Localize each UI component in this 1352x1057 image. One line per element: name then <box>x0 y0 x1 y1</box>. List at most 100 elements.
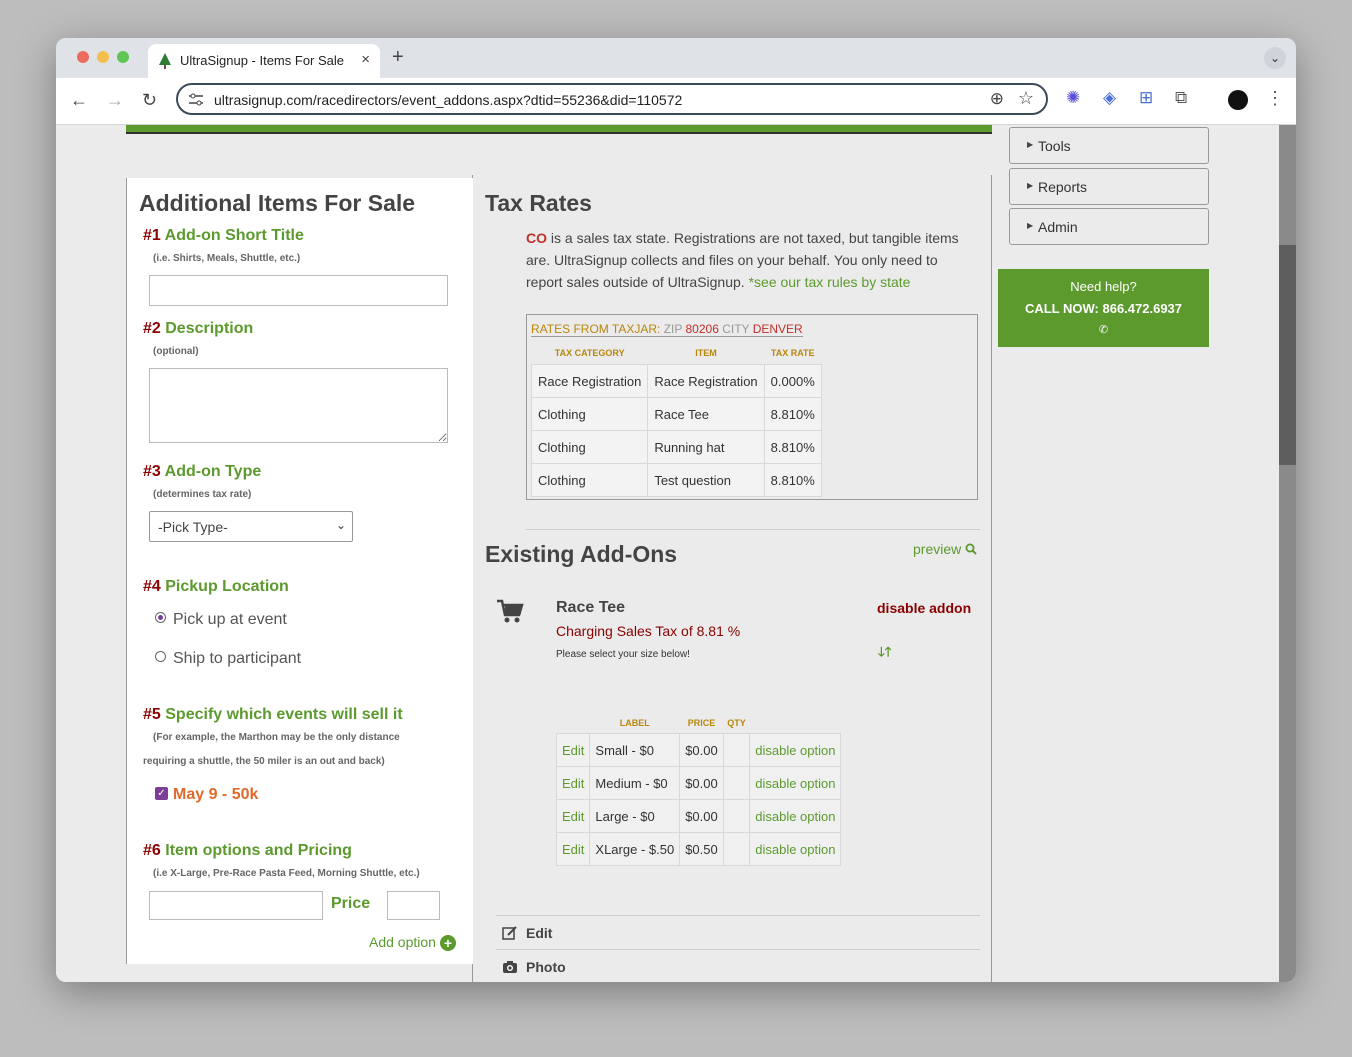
phone-icon: ✆ <box>1098 324 1109 336</box>
step3-hint: (determines tax rate) <box>153 489 252 500</box>
disable-option-link[interactable]: disable option <box>749 733 842 767</box>
step-number: #3 <box>143 463 161 480</box>
sidebar-item-reports[interactable]: ▶ Reports <box>1009 168 1209 205</box>
forward-button[interactable]: → <box>106 90 124 111</box>
zip-value: 80206 <box>685 322 719 336</box>
option-price-input[interactable] <box>387 891 440 920</box>
preview-link[interactable]: preview <box>913 541 977 557</box>
option-price: $0.00 <box>679 799 724 833</box>
sidebar-item-tools[interactable]: ▶ Tools <box>1009 127 1209 164</box>
option-label-input[interactable] <box>149 891 323 920</box>
step5-hint: (For example, the Marthon may be the onl… <box>153 732 400 743</box>
table-cell: 0.000% <box>763 364 822 398</box>
pickup-radio[interactable] <box>155 612 166 623</box>
option-label: Medium - $0 <box>589 766 681 800</box>
ship-radio[interactable] <box>155 651 166 662</box>
event-label[interactable]: May 9 - 50k <box>173 786 258 804</box>
option-label: XLarge - $.50 <box>589 832 681 866</box>
table-cell: 8.810% <box>763 463 822 497</box>
short-title-input[interactable] <box>149 275 448 306</box>
new-tab-button[interactable]: + <box>392 46 404 69</box>
browser-menu-icon[interactable]: ⋮ <box>1266 88 1284 109</box>
edit-label: Edit <box>526 925 553 941</box>
table-header-row: TAX CATEGORY ITEM TAX RATE <box>532 342 822 365</box>
tax-rules-link[interactable]: *see our tax rules by state <box>749 274 911 290</box>
table-row: Clothing Race Tee 8.810% <box>530 397 822 431</box>
add-option-button[interactable]: Add option + <box>369 934 456 952</box>
disable-addon-link[interactable]: disable addon <box>877 600 971 616</box>
tax-rates-box: RATES FROM TAXJAR: ZIP 80206 CITY DENVER… <box>526 314 978 500</box>
page-scrollbar[interactable] <box>1279 125 1296 982</box>
edit-icon <box>502 926 517 940</box>
step-number: #6 <box>143 842 161 859</box>
bookmark-star-icon[interactable]: ☆ <box>1018 88 1034 109</box>
step3-heading: #3 Add-on Type <box>143 463 261 481</box>
table-row: Edit Medium - $0 $0.00 disable option <box>555 766 842 800</box>
option-label: Small - $0 <box>589 733 681 767</box>
column-header: TAX RATE <box>770 348 815 358</box>
event-checkbox[interactable]: ✓ <box>155 787 168 800</box>
addon-options-table: LABEL PRICE QTY Edit Small - $0 $0.00 di… <box>555 713 842 866</box>
photo-addon-button[interactable]: Photo <box>502 959 566 975</box>
tab-bar: UltraSignup - Items For Sale × + ⌄ <box>56 38 1296 78</box>
sidebar-item-admin[interactable]: ▶ Admin <box>1009 208 1209 245</box>
step5-heading: #5 Specify which events will sell it <box>143 706 403 724</box>
existing-addons-title: Existing Add-Ons <box>485 541 678 567</box>
disable-option-link[interactable]: disable option <box>749 766 842 800</box>
edit-option-link[interactable]: Edit <box>555 733 591 767</box>
step5-hint-2: requiring a shuttle, the 50 miler is an … <box>143 756 385 767</box>
table-row: Clothing Test question 8.810% <box>530 463 822 497</box>
back-button[interactable]: ← <box>70 90 88 111</box>
extension-gem-icon[interactable]: ◈ <box>1103 88 1116 108</box>
rates-source: RATES FROM TAXJAR: ZIP 80206 CITY DENVER <box>531 322 803 337</box>
site-settings-icon[interactable] <box>188 93 204 106</box>
close-window-button[interactable] <box>77 51 89 63</box>
addon-type-select[interactable]: -Pick Type- ⌄ <box>149 511 353 542</box>
edit-option-link[interactable]: Edit <box>555 766 591 800</box>
edit-addon-button[interactable]: Edit <box>502 925 552 941</box>
camera-icon <box>503 961 517 973</box>
sidebar-item-label: Tools <box>1038 138 1071 154</box>
tab-active[interactable]: UltraSignup - Items For Sale × <box>148 44 380 78</box>
table-header-row: LABEL PRICE QTY <box>557 713 841 734</box>
extension-screenshot-icon[interactable]: ⊞ <box>1139 88 1153 108</box>
tab-close-icon[interactable]: × <box>361 51 370 68</box>
divider <box>496 949 980 950</box>
description-textarea[interactable] <box>149 368 448 443</box>
column-header: LABEL <box>619 718 650 728</box>
browser-toolbar: ← → ↻ ultrasignup.com/racedirectors/even… <box>56 78 1296 125</box>
ship-radio-label[interactable]: Ship to participant <box>173 650 301 668</box>
step-label: Specify which events will sell it <box>165 706 403 723</box>
help-box[interactable]: Need help? CALL NOW: 866.472.6937 ✆ <box>998 269 1209 347</box>
scrollbar-thumb[interactable] <box>1279 245 1296 465</box>
tax-paragraph: CO is a sales tax state. Registrations a… <box>526 227 978 293</box>
minimize-window-button[interactable] <box>97 51 109 63</box>
city-label: CITY <box>722 322 750 336</box>
extensions-puzzle-icon[interactable]: ⧉ <box>1175 88 1187 108</box>
column-header: TAX CATEGORY <box>554 348 625 358</box>
disable-option-link[interactable]: disable option <box>749 799 842 833</box>
page-content: Additional Items For Sale #1 Add-on Shor… <box>56 125 1296 982</box>
browser-window: UltraSignup - Items For Sale × + ⌄ ← → ↻… <box>56 38 1296 982</box>
table-cell: Race Registration <box>530 364 649 398</box>
table-row: Edit XLarge - $.50 $0.50 disable option <box>555 832 842 866</box>
option-price: $0.50 <box>679 832 724 866</box>
table-cell: Test question <box>647 463 765 497</box>
zoom-icon[interactable]: ⊕ <box>990 89 1004 109</box>
edit-option-link[interactable]: Edit <box>555 832 591 866</box>
edit-option-link[interactable]: Edit <box>555 799 591 833</box>
profile-avatar[interactable] <box>1228 90 1248 110</box>
column-header <box>750 713 841 734</box>
select-value: -Pick Type- <box>158 519 228 535</box>
step-number: #5 <box>143 706 161 723</box>
zoom-window-button[interactable] <box>117 51 129 63</box>
reload-button[interactable]: ↻ <box>142 90 157 111</box>
pickup-radio-label[interactable]: Pick up at event <box>173 611 287 629</box>
cart-icon <box>497 599 524 623</box>
extension-snowflake-icon[interactable]: ✺ <box>1066 88 1080 108</box>
step6-heading: #6 Item options and Pricing <box>143 842 352 860</box>
disable-option-link[interactable]: disable option <box>749 832 842 866</box>
address-bar[interactable]: ultrasignup.com/racedirectors/event_addo… <box>176 83 1048 115</box>
reorder-arrows-icon[interactable]: 🡓🡑 <box>878 643 892 665</box>
tab-search-button[interactable]: ⌄ <box>1264 47 1286 69</box>
